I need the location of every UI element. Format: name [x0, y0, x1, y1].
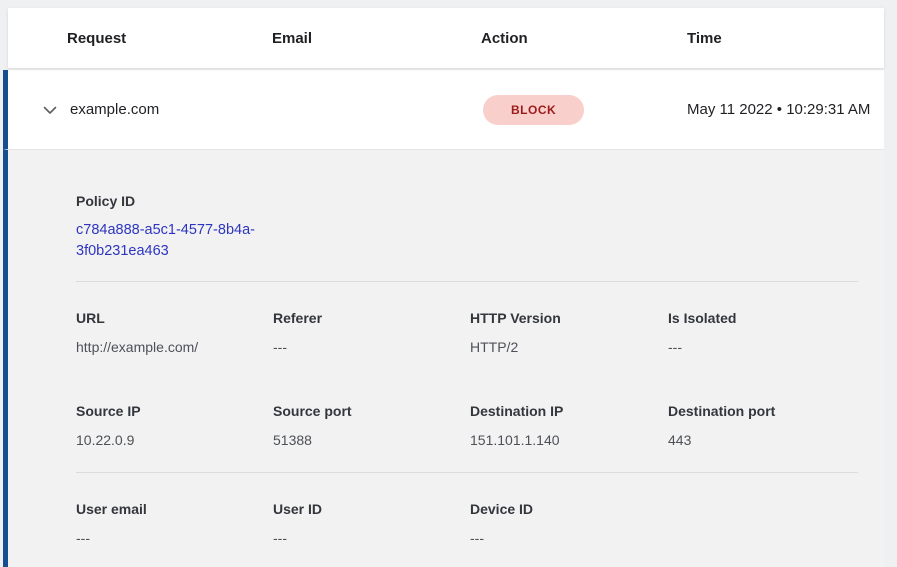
divider: [76, 281, 858, 282]
policy-id-link[interactable]: c784a888-a5c1-4577-8b4a-3f0b231ea463: [76, 220, 281, 262]
detail-row-user: User email --- User ID --- Device ID ---: [76, 501, 858, 546]
source-port-value: 51388: [273, 432, 470, 448]
request-value: example.com: [67, 101, 159, 118]
destination-port-label: Destination port: [668, 403, 858, 419]
destination-ip-field: Destination IP 151.101.1.140: [470, 403, 668, 448]
device-id-value: ---: [470, 530, 668, 546]
column-header-action: Action: [481, 30, 687, 47]
divider: [76, 472, 858, 473]
url-value: http://example.com/: [76, 339, 273, 355]
column-header-request: Request: [67, 30, 272, 47]
row-detail-panel: Policy ID c784a888-a5c1-4577-8b4a-3f0b23…: [3, 150, 884, 567]
http-version-label: HTTP Version: [470, 310, 668, 326]
source-ip-label: Source IP: [76, 403, 273, 419]
log-table: Request Email Action Time example.com BL…: [0, 8, 897, 567]
table-header: Request Email Action Time: [8, 8, 884, 68]
referer-field: Referer ---: [273, 310, 470, 355]
is-isolated-value: ---: [668, 339, 858, 355]
is-isolated-field: Is Isolated ---: [668, 310, 858, 355]
destination-port-field: Destination port 443: [668, 403, 858, 448]
time-value: May 11 2022 • 10:29:31 AM: [687, 98, 873, 122]
detail-row-network: Source IP 10.22.0.9 Source port 51388 De…: [76, 403, 858, 448]
device-id-label: Device ID: [470, 501, 668, 517]
user-email-value: ---: [76, 530, 273, 546]
http-version-value: HTTP/2: [470, 339, 668, 355]
action-status-badge: BLOCK: [483, 95, 584, 125]
column-header-email: Email: [272, 30, 481, 47]
user-id-field: User ID ---: [273, 501, 470, 546]
source-port-label: Source port: [273, 403, 470, 419]
device-id-field: Device ID ---: [470, 501, 668, 546]
destination-ip-value: 151.101.1.140: [470, 432, 668, 448]
user-email-field: User email ---: [76, 501, 273, 546]
user-id-value: ---: [273, 530, 470, 546]
table-row[interactable]: example.com BLOCK May 11 2022 • 10:29:31…: [3, 70, 884, 150]
destination-port-value: 443: [668, 432, 858, 448]
destination-ip-label: Destination IP: [470, 403, 668, 419]
policy-id-label: Policy ID: [76, 193, 858, 209]
url-field: URL http://example.com/: [76, 310, 273, 355]
policy-id-field: Policy ID c784a888-a5c1-4577-8b4a-3f0b23…: [76, 193, 858, 262]
detail-row-http: URL http://example.com/ Referer --- HTTP…: [76, 310, 858, 355]
http-version-field: HTTP Version HTTP/2: [470, 310, 668, 355]
source-port-field: Source port 51388: [273, 403, 470, 448]
is-isolated-label: Is Isolated: [668, 310, 858, 326]
referer-label: Referer: [273, 310, 470, 326]
url-label: URL: [76, 310, 273, 326]
source-ip-value: 10.22.0.9: [76, 432, 273, 448]
column-header-time: Time: [687, 30, 884, 47]
chevron-down-icon[interactable]: [42, 102, 58, 118]
user-id-label: User ID: [273, 501, 470, 517]
referer-value: ---: [273, 339, 470, 355]
user-email-label: User email: [76, 501, 273, 517]
source-ip-field: Source IP 10.22.0.9: [76, 403, 273, 448]
